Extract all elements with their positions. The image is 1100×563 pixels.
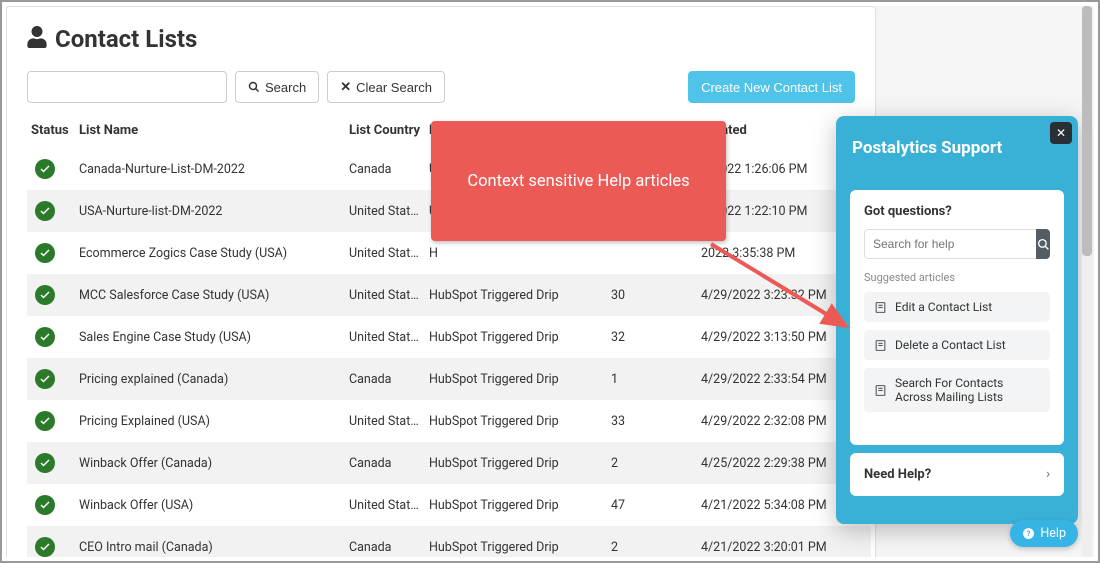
close-icon[interactable]: ✕	[1050, 122, 1072, 144]
status-ok-icon	[35, 453, 55, 473]
cell-country: United States	[345, 190, 425, 232]
cell-source: HubSpot Triggered Drip	[425, 526, 607, 557]
status-ok-icon	[35, 285, 55, 305]
cell-name: Ecommerce Zogics Case Study (USA)	[75, 232, 345, 274]
suggested-article[interactable]: Delete a Contact List	[864, 330, 1050, 360]
support-header: ✕ Postalytics Support	[836, 116, 1078, 176]
help-pill[interactable]: ? Help	[1010, 520, 1078, 547]
support-title: Postalytics Support	[852, 138, 1062, 158]
support-search	[864, 229, 1050, 259]
support-question: Got questions?	[864, 204, 1050, 219]
cell-country: United States	[345, 232, 425, 274]
scrollbar-thumb[interactable]	[1082, 6, 1092, 256]
cell-country: Canada	[345, 148, 425, 190]
cell-total: 2	[607, 526, 697, 557]
status-ok-icon	[35, 201, 55, 221]
table-row[interactable]: Sales Engine Case Study (USA)United Stat…	[27, 316, 871, 358]
callout-text: Context sensitive Help articles	[467, 172, 689, 191]
cell-created: 4/29/2022 2:32:08 PM	[697, 400, 847, 442]
page-title-row: Contact Lists	[27, 25, 855, 53]
help-pill-label: Help	[1040, 526, 1066, 541]
chevron-right-icon: ›	[1046, 467, 1050, 482]
cell-country: Canada	[345, 358, 425, 400]
table-row[interactable]: Winback Offer (Canada)CanadaHubSpot Trig…	[27, 442, 871, 484]
cell-created: 4/29/2022 3:23:32 PM	[697, 274, 847, 316]
suggested-article[interactable]: Edit a Contact List	[864, 292, 1050, 322]
suggested-article[interactable]: Search For Contacts Across Mailing Lists	[864, 368, 1050, 412]
support-search-button[interactable]	[1036, 229, 1050, 259]
page-title: Contact Lists	[55, 25, 197, 53]
cell-source: HubSpot Triggered Drip	[425, 442, 607, 484]
cell-country: Canada	[345, 442, 425, 484]
cell-country: United States	[345, 274, 425, 316]
cell-source: HubSpot Triggered Drip	[425, 484, 607, 526]
cell-name: Winback Offer (USA)	[75, 484, 345, 526]
status-ok-icon	[35, 327, 55, 347]
cell-name: Pricing explained (Canada)	[75, 358, 345, 400]
cell-created: 4/29/2022 3:13:50 PM	[697, 316, 847, 358]
cell-source: HubSpot Triggered Drip	[425, 274, 607, 316]
table-row[interactable]: Pricing explained (Canada)CanadaHubSpot …	[27, 358, 871, 400]
cell-country: United States	[345, 316, 425, 358]
cell-name: CEO Intro mail (Canada)	[75, 526, 345, 557]
table-row[interactable]: Pricing Explained (USA)United StatesHubS…	[27, 400, 871, 442]
col-country[interactable]: List Country	[345, 117, 425, 148]
status-ok-icon	[35, 495, 55, 515]
clear-search-button[interactable]: ✕ Clear Search	[327, 71, 445, 103]
status-ok-icon	[35, 159, 55, 179]
cell-total: 2	[607, 442, 697, 484]
annotation-callout: Context sensitive Help articles	[431, 121, 726, 241]
vertical-scrollbar[interactable]	[1082, 6, 1092, 557]
col-status[interactable]: Status	[27, 117, 75, 148]
table-row[interactable]: Winback Offer (USA)United StatesHubSpot …	[27, 484, 871, 526]
cell-created: 4/25/2022 2:29:38 PM	[697, 442, 847, 484]
search-button[interactable]: Search	[235, 71, 319, 103]
cell-total: 30	[607, 274, 697, 316]
cell-country: Canada	[345, 526, 425, 557]
controls-row: Search ✕ Clear Search Create New Contact…	[27, 71, 855, 103]
create-list-button[interactable]: Create New Contact List	[688, 71, 855, 103]
table-row[interactable]: MCC Salesforce Case Study (USA)United St…	[27, 274, 871, 316]
cell-source: HubSpot Triggered Drip	[425, 358, 607, 400]
cell-created: 4/21/2022 5:34:08 PM	[697, 484, 847, 526]
create-list-label: Create New Contact List	[701, 80, 842, 95]
cell-total: 1	[607, 358, 697, 400]
cell-total: 33	[607, 400, 697, 442]
status-ok-icon	[35, 411, 55, 431]
article-title: Edit a Contact List	[895, 300, 992, 314]
search-button-label: Search	[265, 80, 306, 95]
col-name[interactable]: List Name	[75, 117, 345, 148]
cell-country: United States	[345, 484, 425, 526]
table-row[interactable]: CEO Intro mail (Canada)CanadaHubSpot Tri…	[27, 526, 871, 557]
search-input[interactable]	[27, 71, 227, 103]
cell-total: 47	[607, 484, 697, 526]
status-ok-icon	[35, 243, 55, 263]
cell-name: MCC Salesforce Case Study (USA)	[75, 274, 345, 316]
status-ok-icon	[35, 369, 55, 389]
cell-name: USA-Nurture-list-DM-2022	[75, 190, 345, 232]
svg-text:?: ?	[1027, 529, 1031, 538]
need-help-label: Need Help?	[864, 467, 931, 482]
cell-name: Winback Offer (Canada)	[75, 442, 345, 484]
status-ok-icon	[35, 537, 55, 557]
clear-search-label: Clear Search	[356, 80, 432, 95]
suggested-label: Suggested articles	[864, 271, 1050, 284]
support-panel: ✕ Postalytics Support Got questions? Sug…	[836, 116, 1078, 524]
contact-lists-card: Contact Lists Search ✕ Clear Search Crea…	[6, 6, 876, 557]
need-help-row[interactable]: Need Help? ›	[850, 453, 1064, 496]
cell-name: Canada-Nurture-List-DM-2022	[75, 148, 345, 190]
cell-country: United States	[345, 400, 425, 442]
cell-total: 32	[607, 316, 697, 358]
support-search-input[interactable]	[864, 229, 1036, 259]
cell-source: HubSpot Triggered Drip	[425, 316, 607, 358]
user-icon	[27, 26, 47, 52]
article-title: Search For Contacts Across Mailing Lists	[895, 376, 1040, 404]
cell-created: 4/29/2022 2:33:54 PM	[697, 358, 847, 400]
cell-created: 4/21/2022 3:20:01 PM	[697, 526, 847, 557]
cell-name: Pricing Explained (USA)	[75, 400, 345, 442]
cell-source: HubSpot Triggered Drip	[425, 400, 607, 442]
article-title: Delete a Contact List	[895, 338, 1006, 352]
cell-name: Sales Engine Case Study (USA)	[75, 316, 345, 358]
